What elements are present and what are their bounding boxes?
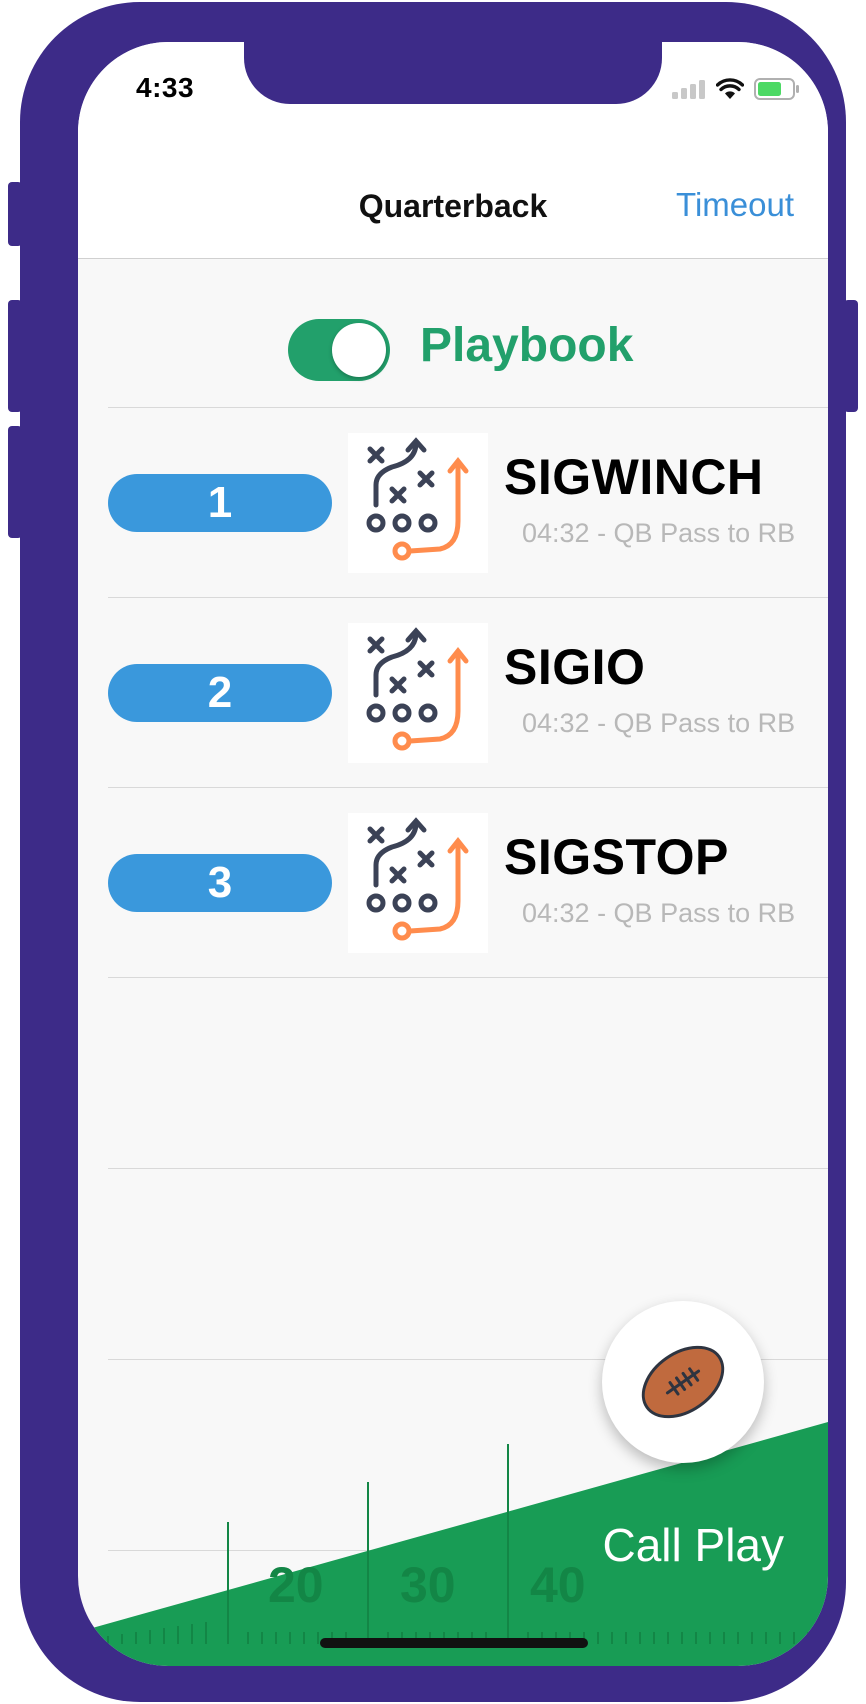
battery-icon: [754, 78, 799, 100]
power-button: [844, 300, 858, 412]
play-detail: 04:32 - QB Pass to RB: [522, 518, 796, 548]
notch: [244, 42, 662, 104]
call-play-label[interactable]: Call Play: [602, 1518, 784, 1572]
status-time: 4:33: [136, 72, 195, 103]
play-number-button[interactable]: 1: [108, 474, 332, 532]
football-icon: [641, 1345, 725, 1419]
play-name: SIGWINCH: [504, 449, 764, 505]
cellular-icon: [672, 80, 705, 99]
phone-frame: 4:33 Quarterback Timeout Playbook 1 SIGW…: [8, 2, 858, 1702]
play-name: SIGIO: [504, 639, 646, 695]
toggle-knob: [332, 323, 386, 377]
yard-number-40: 40: [530, 1557, 586, 1613]
play-diagram-icon: [348, 433, 488, 573]
play-detail: 04:32 - QB Pass to RB: [522, 898, 796, 928]
status-icons: [672, 74, 800, 104]
play-number-button[interactable]: 2: [108, 664, 332, 722]
call-play-button[interactable]: [602, 1301, 764, 1463]
playbook-toggle[interactable]: [288, 319, 390, 381]
play-diagram-icon: [348, 813, 488, 953]
timeout-button[interactable]: Timeout: [676, 186, 794, 224]
wifi-icon: [716, 78, 744, 99]
mute-switch: [8, 182, 22, 246]
list-item[interactable]: 3 SIGSTOP 04:32 - QB Pass to RB: [108, 787, 828, 977]
list-item[interactable]: 2 SIGIO 04:32 - QB Pass to RB: [108, 597, 828, 787]
home-indicator[interactable]: [320, 1638, 588, 1648]
navigation-bar: Quarterback Timeout: [78, 152, 828, 259]
volume-up-button: [8, 300, 22, 412]
play-number-button[interactable]: 3: [108, 854, 332, 912]
empty-row: [108, 977, 828, 1168]
yard-number-20: 20: [268, 1557, 324, 1613]
screen: 4:33 Quarterback Timeout Playbook 1 SIGW…: [78, 42, 828, 1666]
play-diagram-icon: [348, 623, 488, 763]
playbook-toggle-label: Playbook: [420, 319, 634, 372]
play-detail: 04:32 - QB Pass to RB: [522, 708, 796, 738]
play-name: SIGSTOP: [504, 829, 729, 885]
yard-number-30: 30: [400, 1557, 456, 1613]
volume-down-button: [8, 426, 22, 538]
list-item[interactable]: 1 SIGWINCH 04:32 - QB Pass to RB: [108, 407, 828, 597]
